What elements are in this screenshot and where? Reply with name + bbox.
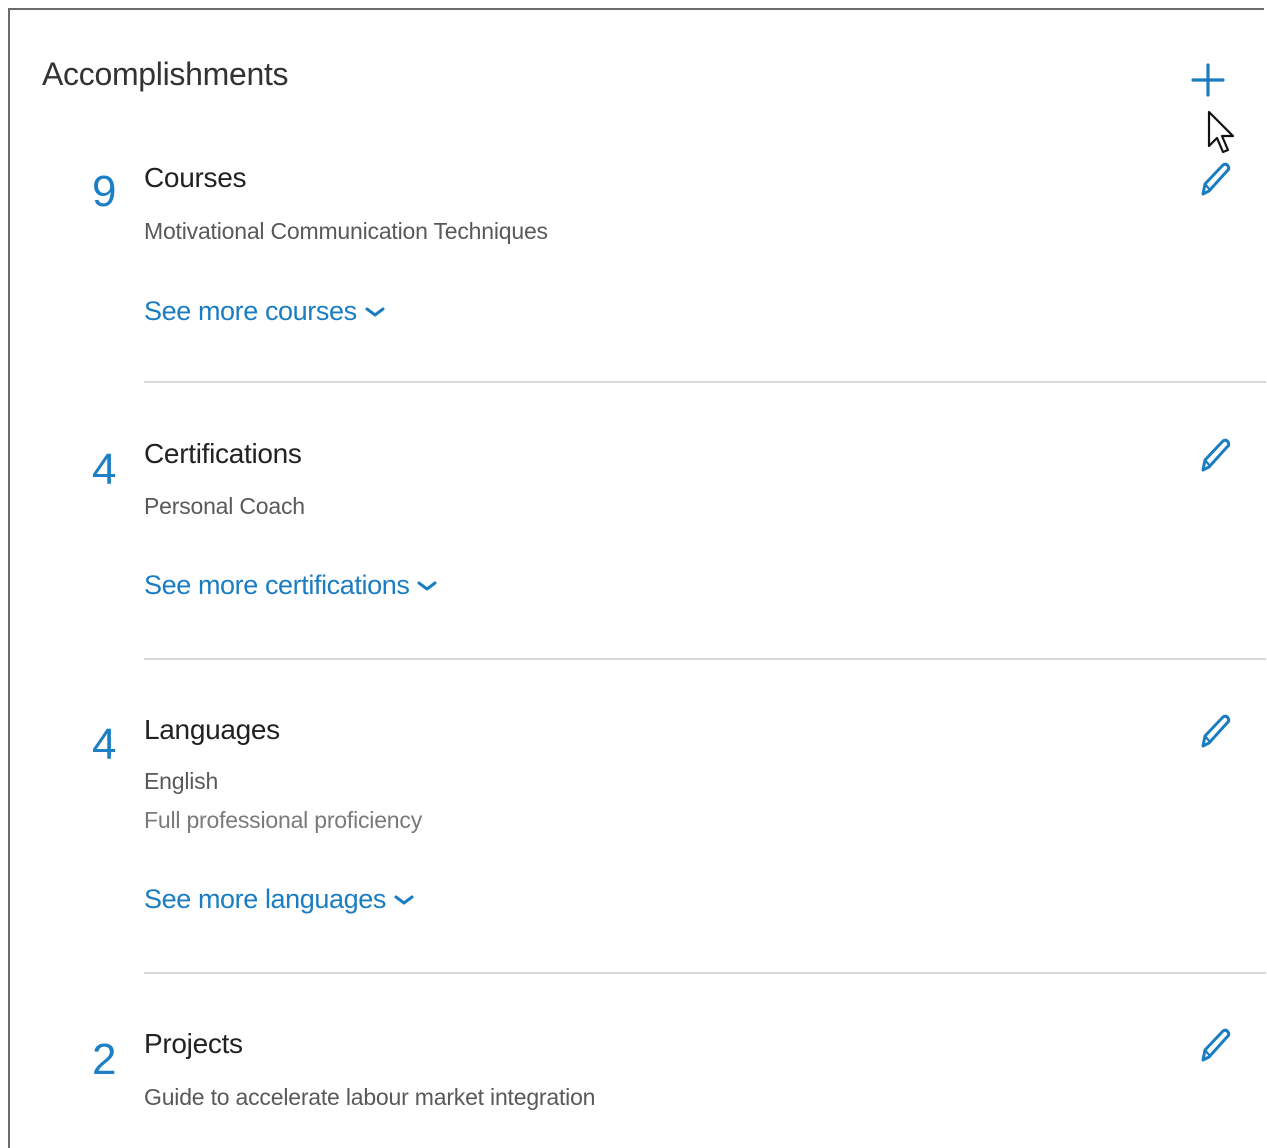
language-item: English bbox=[144, 768, 219, 794]
edit-projects-pencil-icon[interactable] bbox=[1196, 1026, 1232, 1066]
divider bbox=[144, 972, 1266, 974]
edit-courses-pencil-icon[interactable] bbox=[1196, 160, 1232, 200]
languages-count: 4 bbox=[92, 720, 117, 769]
chevron-down-icon bbox=[394, 895, 414, 904]
edit-certifications-pencil-icon[interactable] bbox=[1196, 436, 1232, 476]
certifications-count: 4 bbox=[92, 445, 117, 494]
plus-icon[interactable] bbox=[1190, 62, 1226, 98]
languages-heading[interactable]: Languages bbox=[144, 714, 280, 746]
see-more-certifications-link[interactable]: See more certifications bbox=[144, 570, 437, 601]
see-more-languages-label: See more languages bbox=[144, 884, 386, 914]
courses-heading[interactable]: Courses bbox=[144, 162, 246, 194]
certifications-heading[interactable]: Certifications bbox=[144, 438, 302, 470]
chevron-down-icon bbox=[417, 581, 437, 590]
project-item: Guide to accelerate labour market integr… bbox=[144, 1084, 596, 1110]
section-title: Accomplishments bbox=[42, 56, 289, 92]
accomplishments-card: Accomplishments 9 Courses Motivational C… bbox=[8, 8, 1266, 1148]
divider bbox=[144, 381, 1266, 383]
mouse-pointer-icon bbox=[1207, 110, 1235, 154]
projects-heading[interactable]: Projects bbox=[144, 1028, 243, 1060]
projects-count: 2 bbox=[92, 1035, 117, 1084]
see-more-languages-link[interactable]: See more languages bbox=[144, 884, 414, 915]
language-proficiency: Full professional proficiency bbox=[144, 807, 422, 833]
courses-count: 9 bbox=[92, 167, 117, 216]
edit-languages-pencil-icon[interactable] bbox=[1196, 712, 1232, 752]
see-more-courses-link[interactable]: See more courses bbox=[144, 296, 385, 327]
see-more-courses-label: See more courses bbox=[144, 296, 357, 326]
see-more-certifications-label: See more certifications bbox=[144, 570, 410, 600]
chevron-down-icon bbox=[365, 307, 385, 316]
divider bbox=[144, 658, 1266, 660]
course-item: Motivational Communication Techniques bbox=[144, 218, 548, 244]
certification-item: Personal Coach bbox=[144, 493, 305, 519]
